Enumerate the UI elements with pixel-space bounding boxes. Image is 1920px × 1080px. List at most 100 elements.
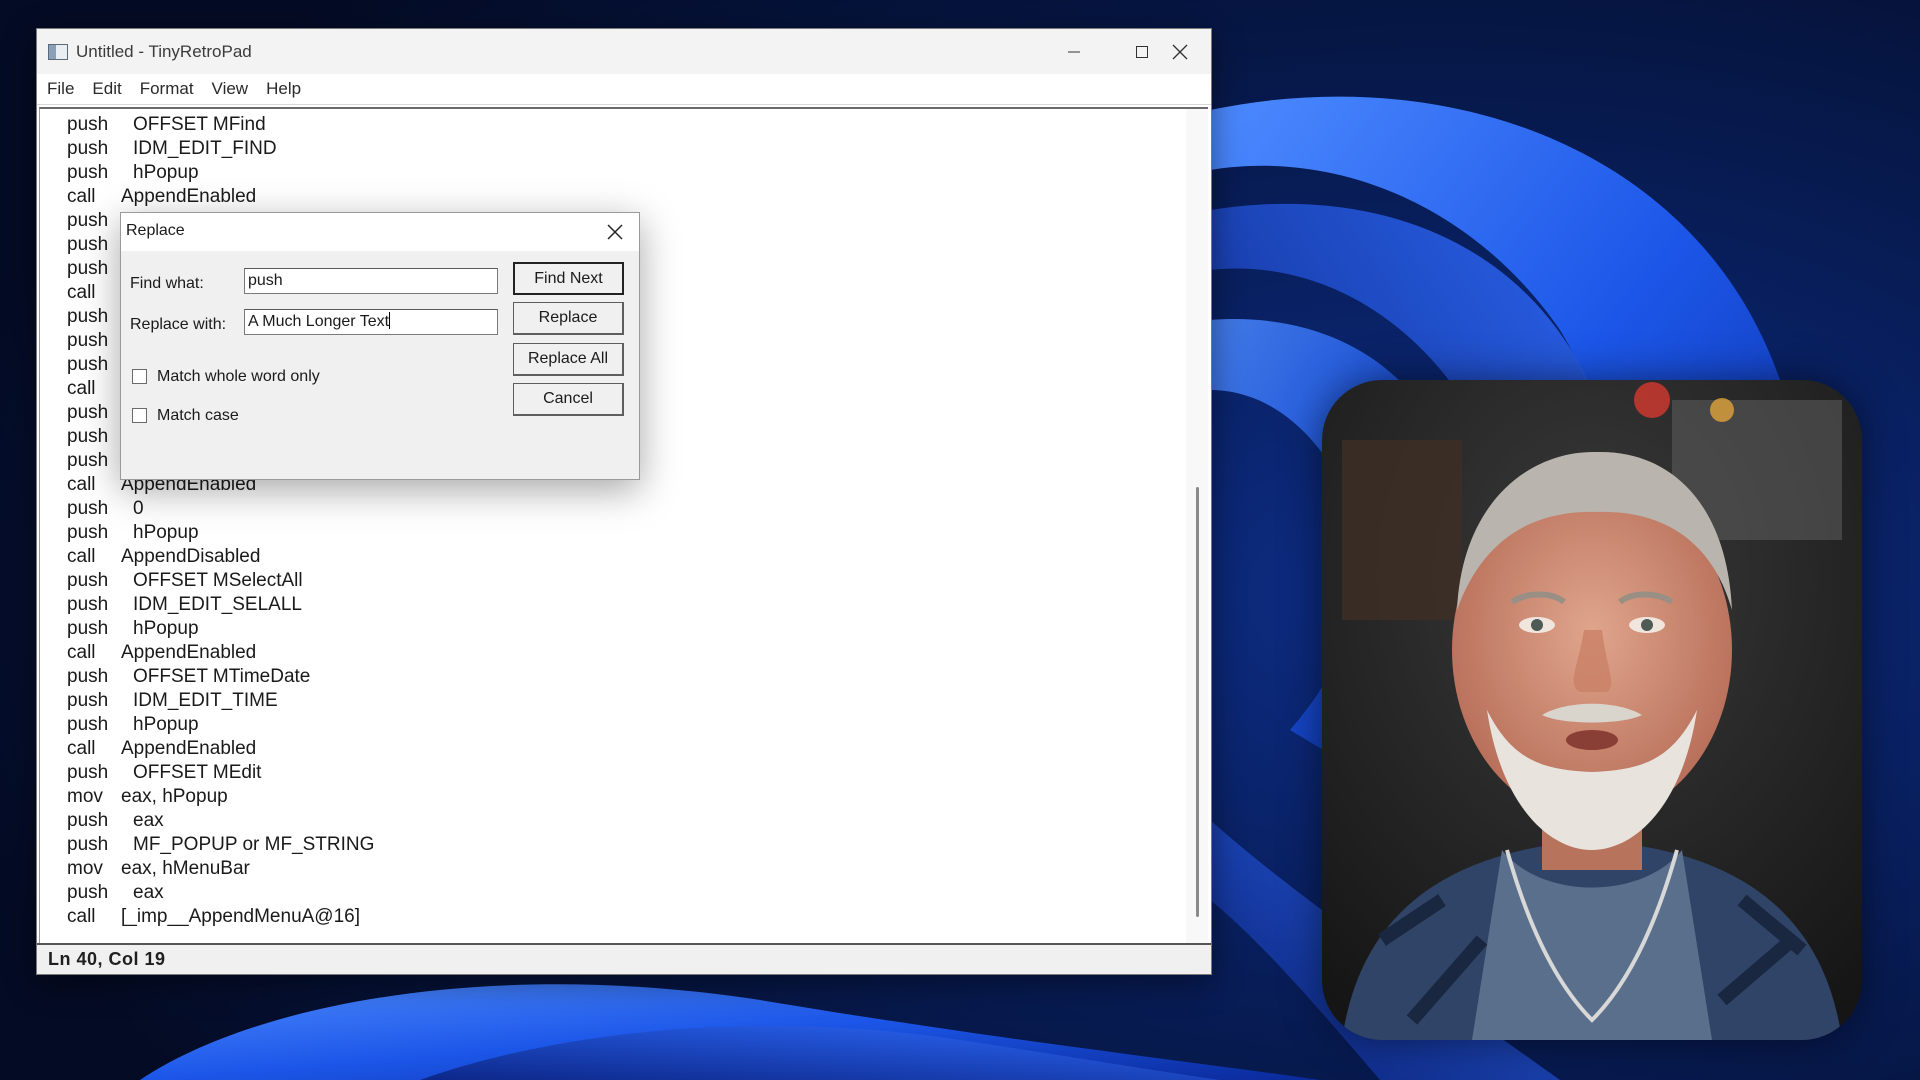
code-line: push eax — [67, 881, 374, 905]
code-arg: OFFSET MSelectAll — [133, 570, 303, 591]
code-op: mov — [67, 858, 103, 879]
replace-with-input[interactable]: A Much Longer Text — [244, 309, 498, 335]
replace-all-button[interactable]: Replace All — [513, 343, 624, 376]
menu-help[interactable]: Help — [257, 74, 310, 104]
code-arg: eax, hPopup — [121, 786, 228, 807]
match-case-label[interactable]: Match case — [157, 407, 239, 425]
close-icon — [1172, 44, 1188, 59]
code-line: call AppendEnabled — [67, 641, 374, 665]
code-line: call AppendEnabled — [67, 185, 374, 209]
close-button[interactable] — [1146, 29, 1214, 74]
presenter-video — [1322, 380, 1862, 1040]
code-line: push hPopup — [67, 161, 374, 185]
minimize-button[interactable] — [1040, 29, 1108, 74]
code-line: push eax — [67, 809, 374, 833]
code-arg: [_imp__AppendMenuA@16] — [121, 906, 361, 927]
vertical-scrollbar[interactable] — [1186, 109, 1208, 943]
code-arg: IDM_EDIT_TIME — [133, 690, 278, 711]
code-op: call — [67, 738, 96, 759]
code-line: mov eax, hPopup — [67, 785, 374, 809]
cancel-button[interactable]: Cancel — [513, 383, 624, 416]
code-line: push OFFSET MFind — [67, 113, 374, 137]
code-op: push — [67, 666, 109, 687]
code-op: push — [67, 882, 109, 903]
code-arg: IDM_EDIT_FIND — [133, 138, 277, 159]
code-arg: MF_POPUP or MF_STRING — [133, 834, 375, 855]
find-what-input[interactable]: push — [244, 268, 498, 294]
code-op: push — [67, 114, 109, 135]
webcam-overlay — [1322, 380, 1862, 1040]
code-op: call — [67, 642, 96, 663]
code-line: push IDM_EDIT_FIND — [67, 137, 374, 161]
code-line: call AppendDisabled — [67, 545, 374, 569]
code-op: push — [67, 810, 109, 831]
code-op: call — [67, 378, 96, 399]
code-arg: hPopup — [133, 522, 199, 543]
code-op: push — [67, 762, 109, 783]
menu-format[interactable]: Format — [131, 74, 203, 104]
code-op: push — [67, 162, 109, 183]
code-arg: AppendDisabled — [121, 546, 261, 567]
code-line: call AppendEnabled — [67, 737, 374, 761]
code-line: push hPopup — [67, 521, 374, 545]
menu-bar: File Edit Format View Help — [37, 74, 1211, 105]
code-arg: AppendEnabled — [121, 642, 257, 663]
code-op: call — [67, 546, 96, 567]
code-arg: OFFSET MTimeDate — [133, 666, 311, 687]
code-line: push OFFSET MTimeDate — [67, 665, 374, 689]
code-op: call — [67, 186, 96, 207]
code-line: push OFFSET MSelectAll — [67, 569, 374, 593]
code-arg: eax — [133, 882, 164, 903]
cursor-position: Ln 40, Col 19 — [48, 949, 166, 969]
dialog-title: Replace — [126, 222, 185, 239]
code-op: push — [67, 834, 109, 855]
code-op: call — [67, 906, 96, 927]
code-op: push — [67, 594, 109, 615]
code-arg: hPopup — [133, 162, 199, 183]
code-arg: hPopup — [133, 714, 199, 735]
replace-with-label: Replace with: — [130, 316, 227, 333]
dialog-title-bar[interactable]: Replace — [121, 213, 639, 251]
code-arg: IDM_EDIT_SELALL — [133, 594, 302, 615]
code-arg: eax — [133, 810, 164, 831]
code-op: push — [67, 714, 109, 735]
code-arg: eax, hMenuBar — [121, 858, 250, 879]
code-line: push OFFSET MEdit — [67, 761, 374, 785]
code-op: mov — [67, 786, 103, 807]
scroll-thumb[interactable] — [1196, 487, 1199, 917]
app-window: Untitled - TinyRetroPad File Edit Format… — [36, 28, 1212, 975]
code-line: push IDM_EDIT_SELALL — [67, 593, 374, 617]
code-line: push IDM_EDIT_TIME — [67, 689, 374, 713]
match-whole-word-checkbox[interactable] — [132, 369, 147, 384]
match-whole-word-label[interactable]: Match whole word only — [157, 368, 320, 386]
code-op: call — [67, 282, 96, 303]
window-title: Untitled - TinyRetroPad — [76, 41, 252, 61]
code-op: push — [67, 138, 109, 159]
find-what-label: Find what: — [130, 275, 204, 292]
code-line: push hPopup — [67, 617, 374, 641]
replace-button[interactable]: Replace — [513, 302, 624, 335]
close-icon — [607, 224, 623, 240]
minimize-icon — [1068, 51, 1080, 52]
menu-edit[interactable]: Edit — [83, 74, 130, 104]
code-line: push MF_POPUP or MF_STRING — [67, 833, 374, 857]
code-op: push — [67, 498, 109, 519]
status-bar: Ln 40, Col 19 — [37, 943, 1211, 974]
replace-with-value: A Much Longer Text — [248, 313, 390, 330]
menu-view[interactable]: View — [203, 74, 258, 104]
code-arg: AppendEnabled — [121, 738, 257, 759]
replace-dialog: Replace Find what: push Replace with: A … — [120, 212, 640, 480]
menu-file[interactable]: File — [37, 74, 83, 104]
dialog-close-button[interactable] — [601, 219, 629, 245]
match-case-checkbox[interactable] — [132, 408, 147, 423]
code-arg: 0 — [133, 498, 144, 519]
code-op: push — [67, 570, 109, 591]
code-op: call — [67, 474, 96, 495]
code-op: push — [67, 522, 109, 543]
text-cursor — [389, 312, 391, 329]
notepad-app-icon — [48, 43, 68, 60]
code-arg: hPopup — [133, 618, 199, 639]
find-next-button[interactable]: Find Next — [513, 262, 624, 295]
title-bar[interactable]: Untitled - TinyRetroPad — [37, 29, 1211, 74]
code-line: push 0 — [67, 497, 374, 521]
